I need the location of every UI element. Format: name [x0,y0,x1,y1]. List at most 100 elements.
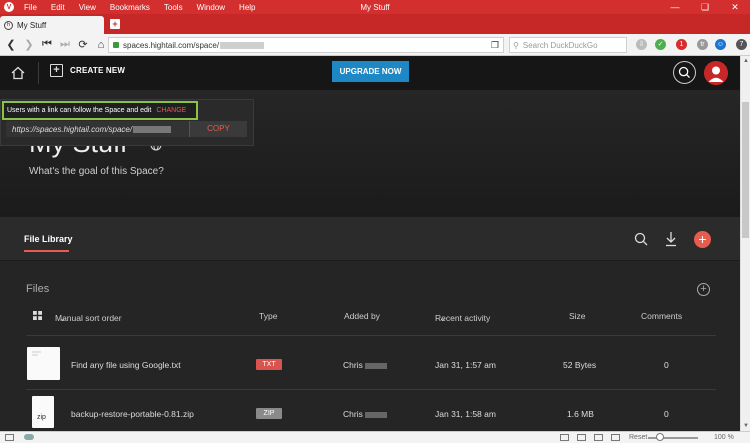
tab-strip: h My Stuff + [0,14,750,34]
new-tab-button[interactable]: + [110,19,120,29]
row-divider [26,335,716,336]
search-icon[interactable] [673,61,696,84]
minimize-icon[interactable]: — [660,0,690,14]
file-size: 52 Bytes [563,360,597,370]
chevron-down-icon: ⌄ [59,313,67,323]
header-divider [38,62,39,84]
scroll-down-icon[interactable]: ▼ [742,423,750,429]
vivaldi-logo-icon[interactable]: V [4,2,14,12]
sync-cloud-icon[interactable] [24,434,34,440]
file-name[interactable]: backup-restore-portable-0.81.zip [71,409,194,419]
browser-statusbar: Reset 100 % [0,431,750,443]
change-permission-link[interactable]: CHANGE [156,107,186,114]
library-search-icon[interactable] [634,232,648,246]
extension-badge-icon[interactable]: 7 [736,39,747,50]
file-type-badge: TXT [256,359,282,370]
menu-view[interactable]: View [79,3,96,12]
col-comments[interactable]: Comments [641,311,682,321]
menu-bar: File Edit View Bookmarks Tools Window He… [24,3,270,12]
space-goal-field[interactable]: What's the goal of this Space? [29,166,164,177]
download-icon[interactable] [665,231,677,247]
redacted-surname [364,362,387,369]
added-by-name: Chris [343,360,363,370]
text-file-icon [32,351,41,356]
file-added-by: Chris [343,409,387,419]
scroll-up-icon[interactable]: ▲ [742,58,750,64]
fast-forward-icon[interactable]: ⏭ [58,38,72,51]
search-placeholder: Search DuckDuckGo [522,40,598,50]
tile-icon[interactable] [577,434,586,441]
code-icon[interactable] [611,434,620,441]
files-section: Files + Manual sort order ⌄ Type Added b… [0,261,740,431]
copy-link-button[interactable]: COPY [189,121,247,137]
menu-file[interactable]: File [24,3,37,12]
create-new-button[interactable]: + CREATE NEW [50,64,125,77]
menu-help[interactable]: Help [239,3,255,12]
home-icon[interactable] [11,66,25,80]
share-link-redacted [133,125,172,133]
close-icon[interactable]: ✕ [720,0,750,14]
file-thumbnail[interactable]: zip [32,396,54,428]
file-recent-activity: Jan 31, 1:57 am [435,360,496,370]
share-permission-message: Users with a link can follow the Space a… [2,101,198,120]
translate-ext-icon[interactable]: tr [697,39,708,50]
url-redacted [220,41,265,49]
file-recent-activity: Jan 31, 1:58 am [435,409,496,419]
address-toolbar: ❮ ❯ ⏮ ⏭ ⟳ ⌂ spaces.hightail.com/space/ ❐… [0,34,750,56]
file-thumbnail[interactable] [27,347,60,380]
home-nav-icon[interactable]: ⌂ [94,39,108,51]
search-engine-field[interactable]: ⚲ Search DuckDuckGo [509,37,627,53]
col-size[interactable]: Size [569,311,586,321]
scrollbar-thumb[interactable] [742,102,749,238]
zoom-slider-handle[interactable] [656,433,664,441]
share-link-field[interactable]: https://spaces.hightail.com/space/ [6,121,189,137]
avatar[interactable] [704,61,728,85]
browser-tab-my-stuff[interactable]: h My Stuff [0,16,104,34]
forward-icon[interactable]: ❯ [22,38,36,51]
camera-icon[interactable] [560,434,569,441]
add-section-icon[interactable]: + [697,283,710,296]
menu-edit[interactable]: Edit [51,3,65,12]
redacted-surname [364,411,387,418]
shield-ext-icon[interactable]: 1 [676,39,687,50]
menu-bookmarks[interactable]: Bookmarks [110,3,150,12]
zoom-level: 100 % [714,434,734,441]
share-link-popover: Users with a link can follow the Space a… [0,99,254,146]
file-added-by: Chris [343,360,387,370]
page-scrollbar[interactable]: ▲ ▼ [740,56,750,431]
col-added-by[interactable]: Added by [344,311,380,321]
file-name[interactable]: Find any file using Google.txt [71,360,181,370]
tab-title: My Stuff [17,20,47,30]
menu-window[interactable]: Window [197,3,225,12]
tab-file-library[interactable]: File Library [24,234,73,244]
upgrade-now-button[interactable]: UPGRADE NOW [332,61,409,82]
browser-titlebar: V File Edit View Bookmarks Tools Window … [0,0,750,14]
rewind-icon[interactable]: ⏮ [40,38,54,51]
checkmark-ext-icon[interactable]: ✓ [655,39,666,50]
panel-toggle-icon[interactable] [5,434,14,441]
window-controls: — ❏ ✕ [660,0,750,14]
file-type-badge: ZIP [256,408,282,419]
active-tab-indicator [24,250,69,252]
user-ext-icon[interactable]: ☺ [715,39,726,50]
create-new-label: CREATE NEW [70,66,126,75]
image-icon[interactable] [594,434,603,441]
reload-icon[interactable]: ⟳ [76,38,90,51]
zoom-reset-button[interactable]: Reset [629,434,647,441]
plus-icon: + [50,64,63,77]
hightail-favicon-icon: h [4,20,13,30]
table-row[interactable]: Find any file using Google.txt TXT Chris… [0,341,740,387]
file-comments: 0 [664,409,669,419]
menu-tools[interactable]: Tools [164,3,183,12]
download-ext-icon[interactable]: ⇩ [636,39,647,50]
col-type[interactable]: Type [259,311,277,321]
back-icon[interactable]: ❮ [4,38,18,51]
bookmark-icon[interactable]: ❐ [491,40,499,51]
share-message-text: Users with a link can follow the Space a… [7,107,152,114]
add-file-icon[interactable]: + [694,231,711,248]
file-comments: 0 [664,360,669,370]
library-tabbar: File Library + [0,217,740,261]
maximize-icon[interactable]: ❏ [690,0,720,14]
url-field[interactable]: spaces.hightail.com/space/ ❐ [108,37,504,53]
file-size: 1.6 MB [567,409,594,419]
